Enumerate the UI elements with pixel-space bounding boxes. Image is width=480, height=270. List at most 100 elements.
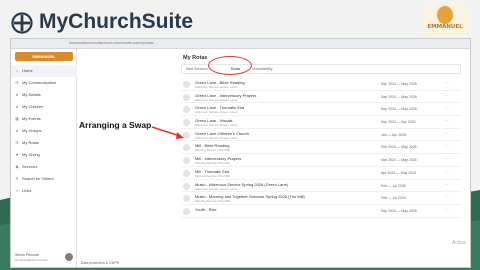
group-icon: ●	[15, 128, 19, 133]
more-options-icon[interactable]: ⋯	[445, 194, 450, 200]
rota-avatar	[183, 106, 190, 114]
rota-avatar	[183, 207, 190, 215]
rota-avatar	[183, 182, 190, 190]
sidebar-item-home[interactable]: ⌂ Home	[11, 65, 77, 77]
sidebar-item-label: Links	[22, 188, 32, 193]
rota-dates: Feb 2024 — May 2026	[381, 145, 417, 150]
more-options-icon[interactable]: ⋯	[445, 169, 450, 175]
rota-subtitle: Morning Service (The Mill)	[195, 148, 231, 153]
rota-dates: Sep 2024 — May 2026	[381, 107, 417, 112]
sidebar-item-my-groups[interactable]: ● My Groups	[11, 125, 77, 137]
children-icon: ●	[15, 104, 19, 109]
sidebar-item-label: My Details	[22, 92, 41, 97]
rota-dates: Sep 2024 — May 2026	[381, 82, 417, 86]
rota-dates: Sep 2024 — May 2026	[381, 94, 417, 99]
rota-subtitle: Afternoon Service (Green Lane)	[195, 123, 238, 128]
browser-toolbar: emmanuelcommunitychurch.churchsuite.com/…	[11, 39, 470, 55]
rota-list: Green Lane - Bible Reading Afternoon Serv…	[181, 78, 461, 218]
tab-next-services[interactable]: Next Services	[186, 65, 208, 73]
slide-header: MyChurchSuite EMMANUEL	[0, 0, 480, 40]
sidebar-item-my-giving[interactable]: ♥ My Giving	[11, 149, 77, 161]
sidebar-item-label: Home	[22, 68, 33, 73]
sidebar-item-search-for-others[interactable]: ⚲ Search for Others	[11, 173, 77, 185]
rota-row[interactable]: Green Lane - Thematic Slot Afternoon Serv…	[181, 103, 461, 117]
rota-row[interactable]: Mill - Bible Reading Morning Service (The…	[181, 141, 461, 155]
more-options-icon[interactable]: ⋯	[445, 93, 450, 99]
rota-subtitle: Morning Service (The Mill)	[195, 199, 231, 204]
more-options-icon[interactable]: ⋯	[445, 80, 450, 86]
user-email: spenrose@church.email	[15, 258, 48, 262]
rota-avatar	[183, 195, 190, 203]
rota-dates: Sep 2024 — May 2026	[381, 208, 417, 213]
rota-avatar	[183, 93, 190, 101]
user-name: Simon Penrose	[15, 253, 39, 257]
sidebar-item-label: My Giving	[22, 152, 40, 157]
sidebar-item-label: My Children	[22, 104, 44, 109]
sidebar-item-label: My Communication	[22, 80, 57, 85]
avatar[interactable]	[65, 253, 73, 261]
rota-dates: Sep 2024 — Apr 2026	[381, 120, 416, 125]
rota-dates: Feb — Jul 2026	[381, 196, 406, 201]
rota-title: Youth - Rise	[195, 206, 217, 212]
sidebar-item-services[interactable]: ◆ Services	[11, 161, 77, 173]
rota-row[interactable]: Youth - Rise Sep 2024 — May 2026 ⋯	[181, 205, 461, 218]
rota-dates: Mar 2024 — May 2026	[381, 158, 417, 163]
more-options-icon[interactable]: ⋯	[445, 156, 450, 162]
rota-row[interactable]: Music - Morning and Together Services Sp…	[181, 192, 461, 205]
rota-row[interactable]: Green Lane - Bible Reading Afternoon Serv…	[181, 78, 461, 91]
link-icon: ∞	[15, 188, 19, 193]
cross-icon	[437, 6, 453, 24]
more-options-icon[interactable]: ⋯	[445, 207, 450, 213]
home-icon: ⌂	[15, 68, 19, 73]
brand-logo-icon	[11, 12, 33, 34]
rota-row[interactable]: Mill - Intercessory Prayers Morning Servi…	[181, 154, 461, 167]
more-options-icon[interactable]: ⋯	[445, 182, 450, 188]
rota-row[interactable]: Green Lane - Intercessory Prayers Afterno…	[181, 91, 461, 104]
rota-subtitle: Afternoon Service (Green Lane)	[195, 186, 238, 191]
chat-icon: ✉	[15, 80, 19, 85]
sidebar-item-label: My Rotas	[22, 140, 39, 145]
footer-link[interactable]: Data protection & GDPR	[81, 261, 119, 265]
window-controls[interactable]	[15, 42, 27, 55]
sidebar-logo[interactable]: EMMANUEL	[15, 52, 73, 61]
user-profile[interactable]: Simon Penrose spenrose@church.email	[15, 253, 75, 265]
sidebar-nav: ⌂ Home ✉ My Communication ● My Details ● My Chi…	[11, 65, 77, 197]
tab-unavailability[interactable]: Unavailability	[252, 65, 273, 73]
calendar-icon: ▦	[15, 116, 19, 121]
sidebar-item-my-events[interactable]: ▦ My Events	[11, 113, 77, 125]
callout-arrow-icon	[151, 126, 184, 139]
search-icon: ⚲	[15, 176, 19, 181]
rota-row[interactable]: Green Lane Children's Church Afternoon Se…	[181, 129, 461, 142]
rota-icon: ☰	[15, 140, 19, 145]
more-options-icon[interactable]: ⋯	[445, 143, 450, 149]
sidebar-item-my-details[interactable]: ● My Details	[11, 89, 77, 101]
sidebar-item-label: Search for Others	[22, 176, 54, 181]
brand-title: MyChurchSuite	[39, 10, 194, 33]
more-options-icon[interactable]: ⋯	[445, 118, 450, 124]
more-options-icon[interactable]: ⋯	[445, 105, 450, 111]
more-options-icon[interactable]: ⋯	[445, 131, 450, 137]
sidebar-item-my-communication[interactable]: ✉ My Communication	[11, 77, 77, 89]
sidebar-item-label: Services	[22, 164, 38, 169]
rota-avatar	[183, 81, 190, 88]
church-logo: EMMANUEL	[422, 3, 468, 36]
rota-avatar	[183, 144, 190, 152]
rota-row[interactable]: Music - Afternoon Service Spring 2026 (G…	[181, 180, 461, 193]
app-sidebar: EMMANUEL ⌂ Home ✉ My Communication ● My Detai…	[11, 49, 77, 267]
sidebar-item-links[interactable]: ∞ Links	[11, 185, 77, 197]
page-title: My Rotas	[183, 55, 208, 61]
rota-row[interactable]: Green Lane - Visuals Afternoon Service (G…	[181, 116, 461, 129]
callout-label: Arranging a Swap	[79, 120, 152, 130]
rota-subtitle: Afternoon Service (Green Lane)	[195, 97, 238, 102]
rota-row[interactable]: Mill - Thematic Slot Morning Service (The…	[181, 167, 461, 180]
main-content: My Rotas Next Services Rotas Unavailabil…	[77, 49, 470, 267]
sidebar-item-my-rotas[interactable]: ☰ My Rotas	[11, 137, 77, 149]
church-logo-text: EMMANUEL	[427, 24, 463, 30]
rota-subtitle: Morning Service (The Mill)	[195, 161, 231, 166]
rota-subtitle: Afternoon Service (Green Lane)	[195, 110, 238, 115]
rota-avatar	[183, 169, 190, 177]
sidebar-item-my-children[interactable]: ● My Children	[11, 101, 77, 113]
sidebar-item-label: My Events	[22, 116, 41, 121]
address-bar[interactable]: emmanuelcommunitychurch.churchsuite.com/…	[69, 41, 154, 45]
rota-subtitle: Afternoon Service (Green Lane)	[195, 85, 238, 89]
